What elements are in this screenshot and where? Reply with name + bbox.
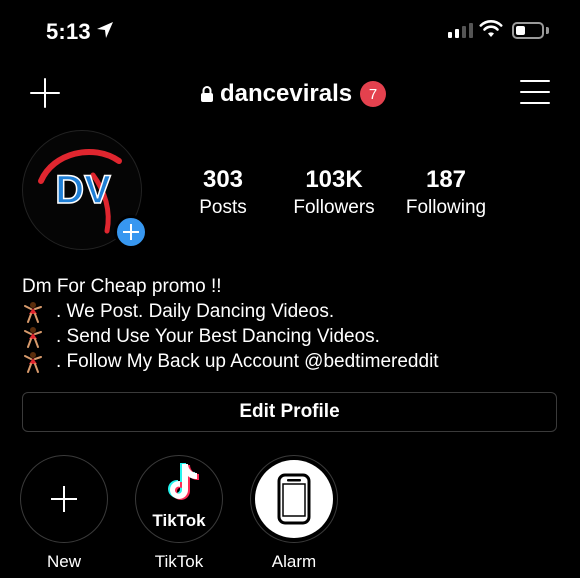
bio-text: . Send Use Your Best Dancing Videos. bbox=[56, 326, 380, 347]
edit-profile-button[interactable]: Edit Profile bbox=[22, 392, 557, 432]
bio-line: . Send Use Your Best Dancing Videos. bbox=[22, 324, 439, 349]
location-arrow-icon bbox=[97, 22, 113, 38]
highlight-label: Alarm bbox=[271, 552, 317, 571]
followers-label: Followers bbox=[293, 197, 375, 218]
stat-posts[interactable]: 303 Posts bbox=[188, 166, 258, 220]
bio-line: Dm For Cheap promo !! bbox=[22, 276, 222, 297]
phone-icon bbox=[277, 473, 311, 525]
wifi-icon bbox=[479, 20, 503, 37]
posts-count: 303 bbox=[202, 166, 244, 193]
notification-badge: 7 bbox=[360, 81, 387, 107]
alarm-thumbnail bbox=[255, 460, 333, 538]
bio-line: . We Post. Daily Dancing Videos. bbox=[22, 299, 439, 324]
highlight-new[interactable]: New bbox=[19, 455, 109, 572]
battery-icon bbox=[512, 22, 544, 39]
following-count: 187 bbox=[425, 166, 467, 193]
highlight-ring bbox=[20, 455, 108, 543]
signal-icon bbox=[448, 22, 473, 38]
battery-cap bbox=[546, 27, 549, 34]
tiktok-thumbnail: TikTok bbox=[140, 460, 218, 538]
username-header[interactable]: dancevirals 7 bbox=[200, 80, 387, 108]
dancer-icon bbox=[24, 351, 42, 373]
stat-followers[interactable]: 103K Followers bbox=[286, 166, 382, 220]
highlight-ring: TikTok bbox=[135, 455, 223, 543]
followers-count: 103K bbox=[305, 166, 363, 193]
menu-icon[interactable] bbox=[520, 80, 550, 104]
bio-text: . Follow My Back up Account @bedtimeredd… bbox=[56, 351, 439, 372]
bio-text: . We Post. Daily Dancing Videos. bbox=[56, 301, 335, 322]
dancer-icon bbox=[24, 301, 42, 323]
highlight-tiktok[interactable]: TikTok TikTok bbox=[134, 455, 224, 572]
status-time: 5:13 bbox=[46, 19, 91, 44]
dancer-icon bbox=[24, 326, 42, 348]
username: dancevirals bbox=[220, 80, 353, 107]
add-story-button[interactable] bbox=[114, 215, 148, 249]
plus-icon[interactable] bbox=[30, 78, 60, 108]
highlight-ring bbox=[250, 455, 338, 543]
tiktok-logo-icon: TikTok bbox=[152, 463, 206, 530]
posts-label: Posts bbox=[199, 197, 247, 218]
bio: Dm For Cheap promo !! . We Post. Daily D… bbox=[22, 274, 439, 374]
highlight-alarm[interactable]: Alarm bbox=[249, 455, 339, 572]
lock-icon bbox=[201, 86, 213, 102]
tiktok-logo-text: TikTok bbox=[152, 511, 206, 530]
following-label: Following bbox=[405, 197, 487, 218]
plus-icon bbox=[51, 486, 77, 512]
stat-following[interactable]: 187 Following bbox=[400, 166, 492, 220]
bio-line: . Follow My Back up Account @bedtimeredd… bbox=[22, 349, 439, 374]
avatar-text: DV bbox=[55, 168, 111, 212]
highlight-label: TikTok bbox=[154, 552, 204, 571]
highlight-label: New bbox=[46, 552, 81, 571]
